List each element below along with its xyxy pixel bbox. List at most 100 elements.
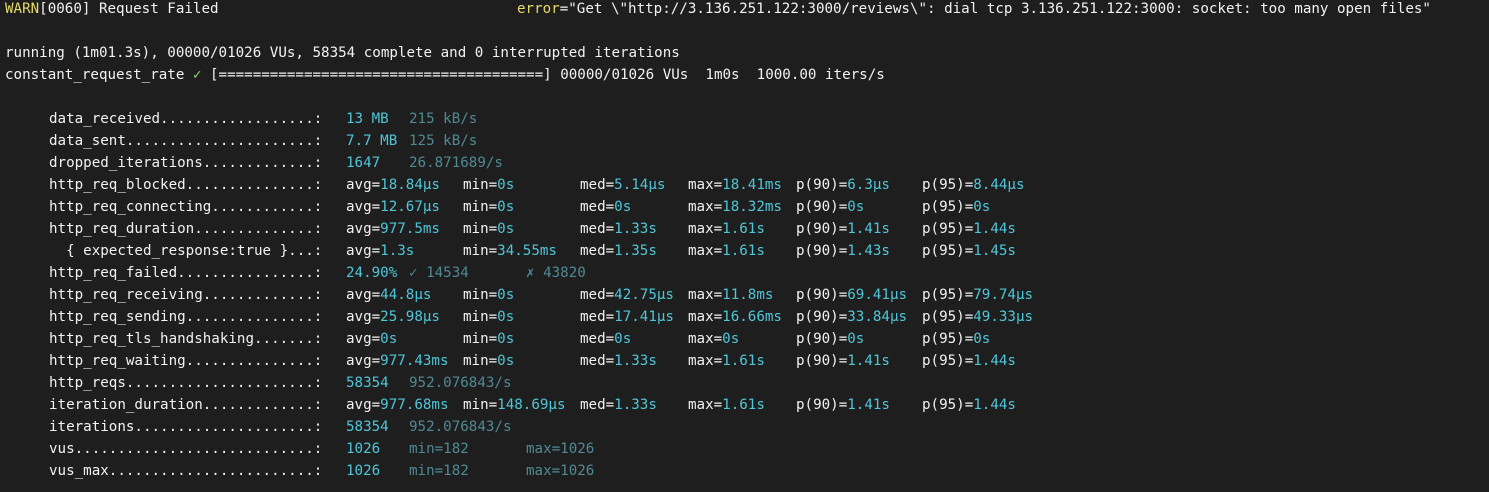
stat-value: 18.84µs xyxy=(380,177,440,193)
stat-key: p(95)= xyxy=(922,331,974,347)
stat-p90: p(90)=0s xyxy=(796,196,864,218)
metric-row-http-req-tls-handshaking: http_req_tls_handshaking.......: avg=0s … xyxy=(0,328,1489,350)
metric-row-http-req-duration: http_req_duration..............: avg=977… xyxy=(0,218,1489,240)
terminal-window[interactable]: WARN[0060] Request Failed error="Get \"h… xyxy=(0,0,1489,492)
warn-message: Request Failed xyxy=(90,1,219,17)
stat-value: 1.33s xyxy=(614,221,657,237)
stat-max: max=1.61s xyxy=(688,394,765,416)
stat-p95: p(95)=49.33µs xyxy=(922,306,1033,328)
stat-p95: p(95)=8.44µs xyxy=(922,174,1025,196)
metric-min: min=182 xyxy=(409,441,469,457)
stat-key: med= xyxy=(580,199,615,215)
stat-p90: p(90)=6.3µs xyxy=(796,174,890,196)
stat-min: min=0s xyxy=(463,284,514,306)
stat-key: max= xyxy=(688,287,723,303)
metric-row-data-sent: data_sent......................: 7.7 MB … xyxy=(0,130,1489,152)
stat-med: med=1.33s xyxy=(580,350,657,372)
metric-value: 1026 xyxy=(346,463,381,479)
stat-key: min= xyxy=(463,221,498,237)
stat-max: max=1.61s xyxy=(688,350,765,372)
stat-p90: p(90)=0s xyxy=(796,328,864,350)
stat-value: 79.74µs xyxy=(973,287,1034,303)
stat-key: avg= xyxy=(346,331,381,347)
stat-key: avg= xyxy=(346,309,381,325)
metric-label: data_sent......................: xyxy=(49,133,323,149)
stat-value: 11.8ms xyxy=(722,287,774,303)
metric-label: http_req_receiving.............: xyxy=(49,287,323,303)
stat-value: 25.98µs xyxy=(380,309,440,325)
stat-key: p(95)= xyxy=(922,199,974,215)
stat-min: min=0s xyxy=(463,328,514,350)
metric-row-http-req-receiving: http_req_receiving.............: avg=44.… xyxy=(0,284,1489,306)
stat-key: min= xyxy=(463,397,498,413)
stat-value: 0s xyxy=(497,331,515,347)
stat-key: max= xyxy=(688,309,723,325)
metric-label: http_reqs......................: xyxy=(49,375,323,391)
stat-key: min= xyxy=(463,199,498,215)
stat-med: med=0s xyxy=(580,328,631,350)
metric-value: 7.7 MB xyxy=(346,133,398,149)
stat-key: med= xyxy=(580,177,615,193)
stat-p90: p(90)=1.43s xyxy=(796,240,890,262)
stat-value: 977.43ms xyxy=(380,353,449,369)
stat-value: 1.61s xyxy=(722,353,765,369)
stat-value: 49.33µs xyxy=(973,309,1034,325)
stat-value: 1.41s xyxy=(847,221,890,237)
metric-label: vus............................: xyxy=(49,441,323,457)
stat-key: p(90)= xyxy=(796,177,848,193)
metric-rate: 215 kB/s xyxy=(409,111,478,127)
metric-label: http_req_waiting...............: xyxy=(49,353,323,369)
error-key: error xyxy=(517,1,560,17)
stat-min: min=0s xyxy=(463,196,514,218)
stat-value: 1.41s xyxy=(847,353,890,369)
scenario-progress: constant_request_rate ✓ [===============… xyxy=(5,64,885,86)
stat-p90: p(90)=33.84µs xyxy=(796,306,907,328)
stat-value: 17.41µs xyxy=(614,309,674,325)
stat-avg: avg=12.67µs xyxy=(346,196,440,218)
stat-key: med= xyxy=(580,353,615,369)
stat-value: 148.69µs xyxy=(497,397,566,413)
stat-med: med=1.33s xyxy=(580,394,657,416)
warn-error: error="Get \"http://3.136.251.122:3000/r… xyxy=(517,0,1431,20)
stat-key: p(90)= xyxy=(796,199,848,215)
metric-label: { expected_response:true }...: xyxy=(49,243,323,259)
stat-p95: p(95)=1.44s xyxy=(922,394,1016,416)
stat-key: p(95)= xyxy=(922,177,974,193)
metric-row-vus-max: vus_max........................: 1026 mi… xyxy=(0,460,1489,482)
stat-key: min= xyxy=(463,287,498,303)
stat-value: 0s xyxy=(497,199,515,215)
warn-line: WARN[0060] Request Failed xyxy=(5,0,219,20)
stat-value: 1.44s xyxy=(973,397,1016,413)
metric-label: dropped_iterations.............: xyxy=(49,155,323,171)
stat-p90: p(90)=1.41s xyxy=(796,218,890,240)
stat-value: 0s xyxy=(497,221,515,237)
stat-p95: p(95)=1.44s xyxy=(922,350,1016,372)
metric-row-http-req-blocked: http_req_blocked...............: avg=18.… xyxy=(0,174,1489,196)
metric-min: min=182 xyxy=(409,463,469,479)
stat-value: 12.67µs xyxy=(380,199,440,215)
stat-value: 0s xyxy=(847,199,865,215)
metric-value: 58354 xyxy=(346,419,389,435)
stat-value: 1.3s xyxy=(380,243,415,259)
fail-count: ✗ 43820 xyxy=(526,265,586,281)
stat-value: 1.33s xyxy=(614,397,657,413)
stat-value: 1.61s xyxy=(722,243,765,259)
metric-rate: 952.076843/s xyxy=(409,375,512,391)
metric-value: 1026 xyxy=(346,441,381,457)
stat-key: avg= xyxy=(346,199,381,215)
metric-value: 13 MB xyxy=(346,111,389,127)
scenario-name: constant_request_rate xyxy=(5,67,193,83)
stat-key: avg= xyxy=(346,177,381,193)
stat-p90: p(90)=1.41s xyxy=(796,394,890,416)
stat-key: p(90)= xyxy=(796,287,848,303)
stat-min: min=0s xyxy=(463,218,514,240)
warn-level: WARN xyxy=(5,1,40,17)
stat-key: med= xyxy=(580,397,615,413)
stat-avg: avg=977.5ms xyxy=(346,218,440,240)
stat-p95: p(95)=1.44s xyxy=(922,218,1016,240)
stat-max: max=0s xyxy=(688,328,739,350)
stat-value: 1.35s xyxy=(614,243,657,259)
stat-p95: p(95)=1.45s xyxy=(922,240,1016,262)
metric-rate: 26.871689/s xyxy=(409,155,503,171)
stat-value: 1.43s xyxy=(847,243,890,259)
